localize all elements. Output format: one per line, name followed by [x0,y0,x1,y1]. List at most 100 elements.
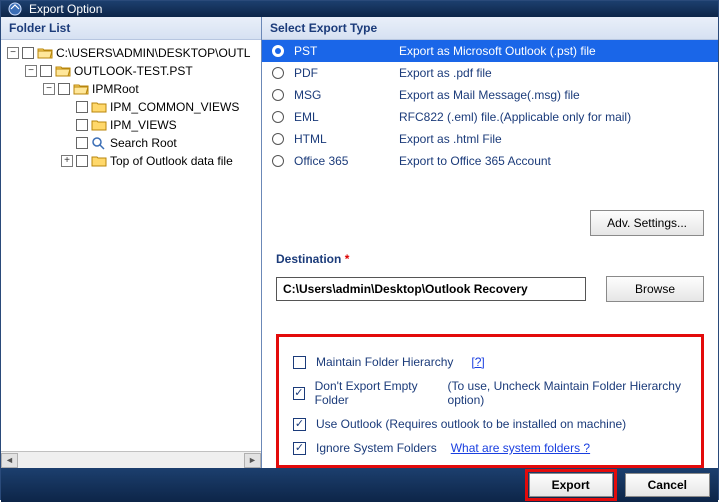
export-type-html[interactable]: HTML Export as .html File [262,128,718,150]
tree-node-search[interactable]: Search Root [61,134,261,152]
option-hint: (To use, Uncheck Maintain Folder Hierarc… [448,379,687,407]
destination-input[interactable] [276,277,586,301]
options-group: Maintain Folder Hierarchy [?] Don't Expo… [276,334,704,468]
folder-open-icon [73,82,89,96]
app-icon [7,1,23,17]
folder-tree[interactable]: − C:\USERS\ADMIN\DESKTOP\OUTL − [1,40,261,451]
tree-checkbox[interactable] [76,137,88,149]
export-type-pst[interactable]: PST Export as Microsoft Outlook (.pst) f… [262,40,718,62]
destination-label: Destination * [276,252,704,266]
tree-node-root[interactable]: − C:\USERS\ADMIN\DESKTOP\OUTL [7,44,261,62]
expander-icon[interactable]: − [25,65,37,77]
export-type-name: HTML [294,132,399,146]
required-indicator: * [345,252,350,266]
scroll-left-arrow-icon[interactable]: ◄ [1,453,18,468]
panes: Folder List − C:\USERS\ADMIN\DESKTOP\OUT… [1,17,718,468]
adv-settings-button[interactable]: Adv. Settings... [590,210,704,236]
search-icon [91,136,107,150]
export-type-office365[interactable]: Office 365 Export to Office 365 Account [262,150,718,172]
destination-label-text: Destination [276,252,341,266]
expander-icon[interactable]: − [7,47,19,59]
tree-label: IPMRoot [92,82,139,96]
tree-checkbox[interactable] [76,119,88,131]
expander-icon[interactable]: + [61,155,73,167]
export-type-desc: Export as Mail Message(.msg) file [399,88,708,102]
folder-list-pane: Folder List − C:\USERS\ADMIN\DESKTOP\OUT… [1,17,262,468]
tree-label: OUTLOOK-TEST.PST [74,64,193,78]
folder-icon [91,118,107,132]
expander-spacer [61,119,73,131]
expander-spacer [61,101,73,113]
radio-icon[interactable] [272,67,284,79]
tree-checkbox[interactable] [58,83,70,95]
help-link[interactable]: [?] [471,355,484,369]
export-type-name: PDF [294,66,399,80]
option-no-empty-folder[interactable]: Don't Export Empty Folder (To use, Unche… [293,379,687,407]
tree-node-common[interactable]: IPM_COMMON_VIEWS [61,98,261,116]
folder-icon [91,100,107,114]
radio-icon[interactable] [272,89,284,101]
radio-icon[interactable] [272,111,284,123]
export-type-header: Select Export Type [262,17,718,40]
content-area: Folder List − C:\USERS\ADMIN\DESKTOP\OUT… [1,17,718,502]
radio-icon[interactable] [272,45,284,57]
option-use-outlook[interactable]: Use Outlook (Requires outlook to be inst… [293,417,687,431]
browse-button[interactable]: Browse [606,276,704,302]
radio-icon[interactable] [272,155,284,167]
tree-label: C:\USERS\ADMIN\DESKTOP\OUTL [56,46,250,60]
folder-open-icon [55,64,71,78]
expander-spacer [61,137,73,149]
horizontal-scrollbar[interactable]: ◄ ► [1,451,261,468]
tree-node-views[interactable]: IPM_VIEWS [61,116,261,134]
checkbox[interactable] [293,387,305,400]
expander-icon[interactable]: − [43,83,55,95]
export-type-name: MSG [294,88,399,102]
footer-bar: Export Cancel [1,468,718,502]
export-type-desc: Export to Office 365 Account [399,154,708,168]
right-body: Adv. Settings... Destination * Browse Ma… [262,172,718,468]
export-button-highlight: Export [525,469,617,501]
tree-node-pst[interactable]: − OUTLOOK-TEST.PST [25,62,261,80]
window-title: Export Option [29,2,102,16]
option-maintain-hierarchy[interactable]: Maintain Folder Hierarchy [?] [293,355,687,369]
tree-label: Top of Outlook data file [110,154,233,168]
checkbox[interactable] [293,356,306,369]
export-type-list: PST Export as Microsoft Outlook (.pst) f… [262,40,718,172]
option-label: Ignore System Folders [316,441,437,455]
folder-icon [91,154,107,168]
checkbox[interactable] [293,442,306,455]
titlebar: Export Option [1,1,718,17]
scroll-right-arrow-icon[interactable]: ► [244,453,261,468]
export-type-name: PST [294,44,399,58]
export-type-name: EML [294,110,399,124]
folder-list-header: Folder List [1,17,261,40]
option-label: Don't Export Empty Folder [315,379,438,407]
option-label: Maintain Folder Hierarchy [316,355,453,369]
export-type-eml[interactable]: EML RFC822 (.eml) file.(Applicable only … [262,106,718,128]
export-type-msg[interactable]: MSG Export as Mail Message(.msg) file [262,84,718,106]
export-type-desc: Export as .pdf file [399,66,708,80]
export-option-window: Export Option Folder List − [0,0,719,500]
tree-checkbox[interactable] [22,47,34,59]
radio-icon[interactable] [272,133,284,145]
export-type-pdf[interactable]: PDF Export as .pdf file [262,62,718,84]
tree-checkbox[interactable] [76,155,88,167]
option-label: Use Outlook (Requires outlook to be inst… [316,417,626,431]
export-type-desc: Export as Microsoft Outlook (.pst) file [399,44,708,58]
cancel-button[interactable]: Cancel [625,473,710,497]
export-type-pane: Select Export Type PST Export as Microso… [262,17,718,468]
system-folders-link[interactable]: What are system folders ? [451,441,590,455]
folder-open-icon [37,46,53,60]
tree-label: IPM_COMMON_VIEWS [110,100,239,114]
export-type-desc: RFC822 (.eml) file.(Applicable only for … [399,110,708,124]
checkbox[interactable] [293,418,306,431]
tree-node-top[interactable]: + Top of Outlook data file [61,152,261,170]
tree-label: IPM_VIEWS [110,118,177,132]
tree-label: Search Root [110,136,177,150]
export-button[interactable]: Export [529,473,613,497]
tree-checkbox[interactable] [76,101,88,113]
tree-checkbox[interactable] [40,65,52,77]
tree-node-ipmroot[interactable]: − IPMRoot [43,80,261,98]
export-type-desc: Export as .html File [399,132,708,146]
option-ignore-system-folders[interactable]: Ignore System Folders What are system fo… [293,441,687,455]
